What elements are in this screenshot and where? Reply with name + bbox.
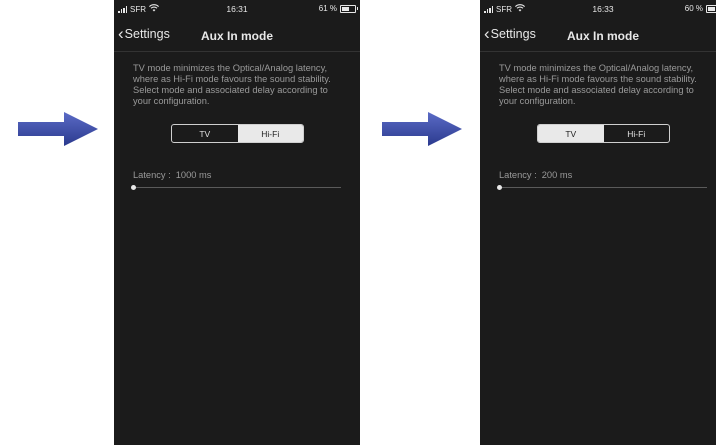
phone-screen-1: SFR 16:31 61 % ‹ Settings Aux In mode TV… xyxy=(114,0,360,445)
navigation-bar: ‹ Settings Aux In mode xyxy=(480,22,716,52)
slider-track xyxy=(499,187,707,188)
status-bar: SFR 16:31 61 % xyxy=(114,0,360,22)
mode-option-hifi[interactable]: Hi-Fi xyxy=(237,125,303,142)
mode-description: TV mode minimizes the Optical/Analog lat… xyxy=(133,63,331,106)
page-title: Aux In mode xyxy=(566,29,639,43)
slider-thumb[interactable] xyxy=(497,185,502,190)
right-arrow-icon xyxy=(18,112,98,146)
navigation-bar: ‹ Settings Aux In mode xyxy=(114,22,360,52)
mode-description: TV mode minimizes the Optical/Analog lat… xyxy=(499,63,697,106)
mode-option-tv[interactable]: TV xyxy=(538,125,604,142)
slider-thumb[interactable] xyxy=(131,185,136,190)
latency-label: Latency : xyxy=(133,170,171,180)
battery-percent: 60 % xyxy=(684,4,703,13)
battery-icon xyxy=(706,4,716,13)
mode-segmented-control: TV Hi-Fi xyxy=(537,124,670,143)
status-bar: SFR 16:33 60 % xyxy=(480,0,716,22)
mode-option-hifi[interactable]: Hi-Fi xyxy=(604,125,670,142)
latency-value: 200 ms xyxy=(541,170,573,180)
status-time: 16:33 xyxy=(592,4,614,14)
right-arrow-icon xyxy=(382,112,462,146)
battery-percent: 61 % xyxy=(318,4,337,13)
mode-segmented-control: TV Hi-Fi xyxy=(171,124,304,143)
battery-icon xyxy=(340,4,358,13)
latency-slider[interactable] xyxy=(497,185,707,190)
latency-row: Latency : 200 ms xyxy=(499,170,572,180)
mode-option-tv[interactable]: TV xyxy=(172,125,238,142)
latency-slider[interactable] xyxy=(131,185,341,190)
latency-label: Latency : xyxy=(499,170,537,180)
phone-screen-2: SFR 16:33 60 % ‹ Settings Aux In mode TV… xyxy=(480,0,716,445)
slider-track xyxy=(133,187,341,188)
latency-value: 1000 ms xyxy=(175,170,212,180)
page-title: Aux In mode xyxy=(200,29,273,43)
latency-row: Latency : 1000 ms xyxy=(133,170,211,180)
